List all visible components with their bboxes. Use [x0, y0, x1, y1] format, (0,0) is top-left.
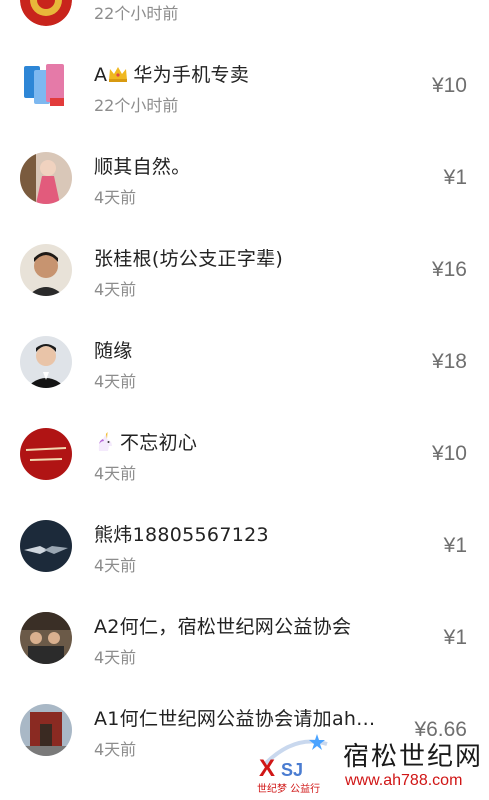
- donation-time: 4天前: [94, 648, 137, 667]
- list-item[interactable]: 不忘初心 4天前 ¥10: [0, 414, 489, 506]
- donation-amount: ¥1: [443, 166, 467, 189]
- list-item[interactable]: 22个小时前 ¥2: [0, 0, 489, 46]
- slogan-avatar: [20, 428, 72, 480]
- donation-time: 22个小时前: [94, 4, 179, 23]
- donation-amount: ¥10: [431, 442, 467, 465]
- donation-list: 22个小时前 ¥2 A华为手机专卖 22个小时前 ¥10 顺其自然。 4天前 ¥…: [0, 0, 489, 800]
- donation-time: 4天前: [94, 740, 137, 759]
- donor-name: 顺其自然。: [94, 156, 191, 178]
- list-item[interactable]: 随缘 4天前 ¥18: [0, 322, 489, 414]
- svg-text:SJ: SJ: [281, 760, 303, 780]
- donation-time: 22个小时前: [94, 96, 179, 115]
- phones-avatar: [20, 60, 72, 112]
- suit-man-avatar: [20, 336, 72, 388]
- watermark-tagline: 世纪梦 公益行: [257, 784, 321, 795]
- site-watermark: X SJ 世纪梦 公益行 宿松世纪网 www.ah788.com: [255, 728, 489, 800]
- woman-avatar: [20, 152, 72, 204]
- donation-amount: ¥16: [431, 258, 467, 281]
- donor-name: 随缘: [94, 340, 133, 362]
- list-item[interactable]: 顺其自然。 4天前 ¥1: [0, 138, 489, 230]
- donation-amount: ¥1: [443, 626, 467, 649]
- donation-time: 4天前: [94, 464, 137, 483]
- man-avatar: [20, 244, 72, 296]
- group-avatar: [20, 612, 72, 664]
- donation-time: 4天前: [94, 372, 137, 391]
- donor-name: 熊炜18805567123: [94, 524, 269, 546]
- donor-name: 张桂根(坊公支正字辈): [94, 248, 284, 270]
- donation-time: 4天前: [94, 556, 137, 575]
- list-item[interactable]: 张桂根(坊公支正字辈) 4天前 ¥16: [0, 230, 489, 322]
- donor-name: 不忘初心: [94, 428, 197, 455]
- donation-amount: ¥10: [431, 74, 467, 97]
- list-item[interactable]: 熊炜18805567123 4天前 ¥1: [0, 506, 489, 598]
- donor-name: A 华为手机专卖: [94, 64, 250, 86]
- red-emblem-avatar: [20, 0, 72, 26]
- crown-icon: [107, 64, 129, 84]
- donation-amount: ¥1: [443, 534, 467, 557]
- list-item[interactable]: A2何仁，宿松世纪网公益协会 4天前 ¥1: [0, 598, 489, 690]
- watermark-title: 宿松世纪网: [343, 742, 484, 772]
- list-item[interactable]: A 华为手机专卖 22个小时前 ¥10: [0, 46, 489, 138]
- handshake-avatar: [20, 520, 72, 572]
- watermark-url: www.ah788.com: [345, 772, 463, 789]
- donor-name: A1何仁世纪网公益协会请加ah...: [94, 708, 376, 730]
- donation-amount: ¥18: [431, 350, 467, 373]
- gate-avatar: [20, 704, 72, 756]
- donor-name: A2何仁，宿松世纪网公益协会: [94, 616, 352, 638]
- donation-time: 4天前: [94, 188, 137, 207]
- donation-time: 4天前: [94, 280, 137, 299]
- svg-text:X: X: [259, 755, 275, 782]
- unicorn-icon: [94, 432, 116, 452]
